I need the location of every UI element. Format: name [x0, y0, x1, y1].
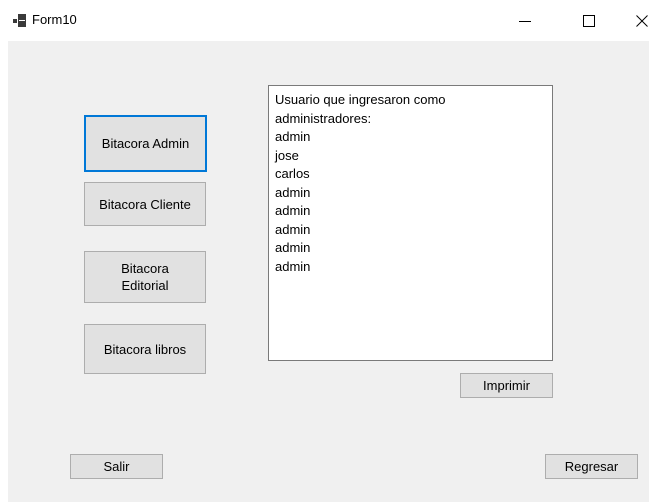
title-bar: Form10 — [0, 0, 657, 41]
close-button[interactable] — [619, 0, 657, 41]
form-icon — [13, 14, 26, 27]
bitacora-editorial-label: Bitacora Editorial — [121, 261, 169, 293]
salir-label: Salir — [103, 459, 130, 474]
bitacora-cliente-button[interactable]: Bitacora Cliente — [84, 182, 206, 226]
bitacora-textbox[interactable]: Usuario que ingresaron como administrado… — [268, 85, 553, 361]
textbox-line: administradores: — [275, 110, 372, 126]
imprimir-label: Imprimir — [483, 378, 530, 393]
window-title: Form10 — [32, 12, 77, 27]
imprimir-button[interactable]: Imprimir — [460, 373, 553, 398]
bitacora-admin-label: Bitacora Admin — [101, 136, 190, 151]
textbox-line: admin — [275, 184, 311, 200]
bitacora-libros-label: Bitacora libros — [103, 341, 187, 357]
regresar-button[interactable]: Regresar — [545, 454, 638, 479]
textbox-line: carlos — [275, 166, 310, 181]
form-client-area: Bitacora Admin Bitacora Cliente Bitacora… — [8, 41, 649, 502]
bitacora-admin-button[interactable]: Bitacora Admin — [84, 115, 207, 172]
close-icon — [636, 14, 648, 27]
regresar-label: Regresar — [564, 459, 619, 474]
bitacora-editorial-button[interactable]: Bitacora Editorial — [84, 251, 206, 303]
textbox-line: admin — [275, 129, 311, 144]
maximize-button[interactable] — [566, 0, 612, 41]
textbox-line: admin — [275, 203, 311, 218]
textbox-line: admin — [275, 258, 311, 274]
bitacora-libros-button[interactable]: Bitacora libros — [84, 324, 206, 374]
salir-button[interactable]: Salir — [70, 454, 163, 479]
maximize-icon — [583, 14, 595, 27]
minimize-icon — [519, 20, 531, 22]
textbox-line: Usuario que ingresaron como — [275, 92, 446, 107]
textbox-line: jose — [275, 147, 299, 163]
textbox-line: admin — [275, 221, 311, 237]
minimize-button[interactable] — [502, 0, 548, 41]
textbox-line: admin — [275, 240, 311, 255]
bitacora-cliente-label: Bitacora Cliente — [99, 196, 191, 212]
